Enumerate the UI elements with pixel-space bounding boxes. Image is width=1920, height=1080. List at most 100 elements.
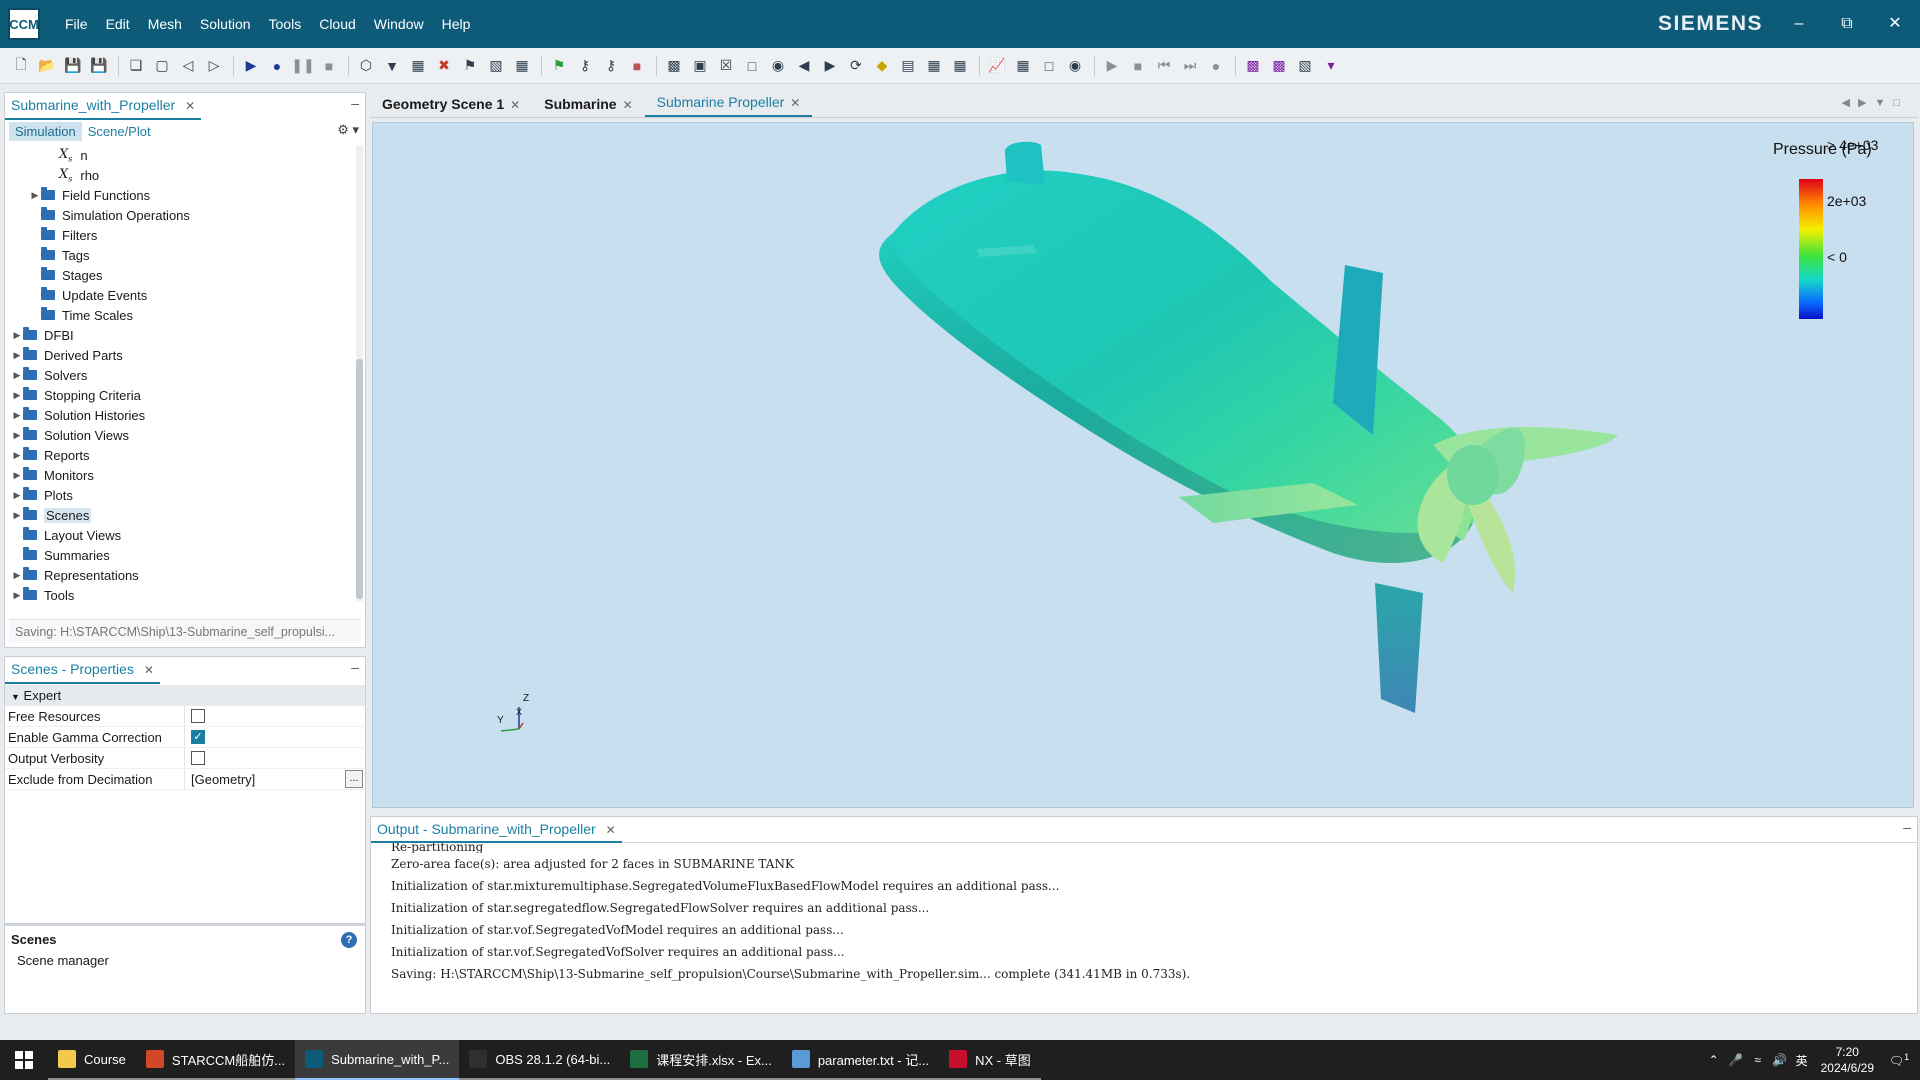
expand-arrow-icon[interactable]: ▶	[29, 190, 41, 201]
tree-node-simulation-operations[interactable]: Simulation Operations	[5, 205, 357, 225]
microphone-icon[interactable]: 🎤	[1725, 1053, 1747, 1067]
walk-icon[interactable]: ⚷	[576, 57, 594, 75]
tree-node-dfbi[interactable]: ▶ DFBI	[5, 325, 357, 345]
tree-options-icon[interactable]: ⚙ ▾	[337, 122, 359, 138]
taskbar-item[interactable]: NX - 草图	[939, 1040, 1041, 1080]
redo-icon[interactable]: ▷	[205, 57, 223, 75]
scene-viewport[interactable]: Pressure (Pa) > 4e+03 2e+03 < 0 Z Y X	[372, 122, 1914, 808]
grid-icon[interactable]: ▦	[513, 57, 531, 75]
rotate-icon[interactable]: ⟳	[847, 57, 865, 75]
tree-node-time-scales[interactable]: Time Scales	[5, 305, 357, 325]
tree-node-scenes[interactable]: ▶ Scenes	[5, 505, 357, 525]
menu-mesh[interactable]: Mesh	[139, 0, 191, 48]
volume-icon[interactable]: 🔊	[1769, 1053, 1791, 1067]
tab-scenes-properties[interactable]: Scenes - Properties ✕	[5, 657, 160, 684]
save-all-icon[interactable]: 💾	[90, 57, 108, 75]
paste-icon[interactable]: ▢	[153, 57, 171, 75]
restore-button[interactable]: ⧉	[1824, 0, 1870, 48]
forward-icon[interactable]: ▶	[821, 57, 839, 75]
tree-node-update-events[interactable]: Update Events	[5, 285, 357, 305]
play-icon[interactable]: ▶	[1103, 57, 1121, 75]
layout-icon[interactable]: ▦	[951, 57, 969, 75]
expand-arrow-icon[interactable]: ▶	[11, 510, 23, 521]
prev-frame-icon[interactable]: ⏮	[1155, 57, 1173, 75]
minimize-button[interactable]: –	[1776, 0, 1822, 48]
pause-icon[interactable]: ❚❚	[291, 57, 314, 75]
menu-cloud[interactable]: Cloud	[310, 0, 365, 48]
stop-icon[interactable]: ■	[320, 57, 338, 75]
tree-node-reports[interactable]: ▶ Reports	[5, 445, 357, 465]
tab-navigation-icons[interactable]: ◀▶▼□	[1842, 96, 1908, 109]
expand-arrow-icon[interactable]: ▶	[11, 430, 23, 441]
export-icon[interactable]: ▧	[1296, 57, 1314, 75]
tree-node-stages[interactable]: Stages	[5, 265, 357, 285]
output-log[interactable]: Re-partitioning Zero-area face(s): area a…	[391, 843, 1891, 1011]
minimize-panel-icon[interactable]: –	[351, 659, 359, 675]
plot-icon[interactable]: 📈	[988, 57, 1006, 75]
tray-chevron-icon[interactable]: ⌃	[1703, 1053, 1725, 1067]
clear-mesh-icon[interactable]: ✖	[435, 57, 453, 75]
taskbar-item[interactable]: Submarine_with_P...	[295, 1040, 460, 1080]
property-group-expert[interactable]: ▼ Expert	[5, 685, 365, 706]
more-tools-icon[interactable]: ▾	[1322, 57, 1340, 75]
minimize-panel-icon[interactable]: –	[351, 95, 359, 111]
tree-node-field-functions[interactable]: ▶ Field Functions	[5, 185, 357, 205]
tree-scrollbar-thumb[interactable]	[356, 359, 363, 599]
property-checkbox[interactable]: ✓	[191, 730, 205, 745]
expand-arrow-icon[interactable]: ▶	[11, 390, 23, 401]
ime-indicator[interactable]: 英	[1791, 1052, 1813, 1069]
tree-node-layout-views[interactable]: Layout Views	[5, 525, 357, 545]
expand-arrow-icon[interactable]: ▶	[11, 350, 23, 361]
network-icon[interactable]: ≈	[1747, 1053, 1769, 1067]
open-icon[interactable]: 📂	[38, 57, 56, 75]
mesh-icon[interactable]: ▦	[409, 57, 427, 75]
fit-view-icon[interactable]: ▣	[691, 57, 709, 75]
expand-arrow-icon[interactable]: ▶	[11, 470, 23, 481]
next-frame-icon[interactable]: ⏭	[1181, 57, 1199, 75]
tree-node-n[interactable]: Xs n	[5, 145, 357, 165]
expand-arrow-icon[interactable]: ▶	[11, 450, 23, 461]
table-icon[interactable]: ▦	[925, 57, 943, 75]
back-icon[interactable]: ◀	[795, 57, 813, 75]
camera-icon[interactable]: ◉	[769, 57, 787, 75]
tab-submarine[interactable]: Submarine ✕	[532, 96, 644, 117]
property-checkbox[interactable]	[191, 751, 205, 766]
help-icon[interactable]: ?	[341, 932, 357, 948]
tree-node-solution-views[interactable]: ▶ Solution Views	[5, 425, 357, 445]
save-icon[interactable]: 💾	[64, 57, 82, 75]
tab-output[interactable]: Output - Submarine_with_Propeller ✕	[371, 817, 622, 843]
taskbar-item[interactable]: OBS 28.1.2 (64-bi...	[459, 1040, 621, 1080]
minimize-panel-icon[interactable]: –	[1903, 819, 1911, 835]
ellipsis-button[interactable]: ...	[345, 769, 363, 788]
tab-simulation-file[interactable]: Submarine_with_Propeller ✕	[5, 93, 202, 120]
window-split-icon[interactable]: ▩	[1270, 57, 1288, 75]
close-icon[interactable]: ✕	[623, 98, 633, 112]
tree-node-summaries[interactable]: Summaries	[5, 545, 357, 565]
taskbar-item[interactable]: STARCCM船舶仿...	[135, 1040, 296, 1080]
tree-node-monitors[interactable]: ▶ Monitors	[5, 465, 357, 485]
tree-scrollbar[interactable]	[356, 145, 363, 601]
taskbar-item[interactable]: Course	[48, 1040, 136, 1080]
tree-node-solution-histories[interactable]: ▶ Solution Histories	[5, 405, 357, 425]
surface-icon[interactable]: ⚑	[461, 57, 479, 75]
zoom-icon[interactable]: ☒	[717, 57, 735, 75]
tree-node-tags[interactable]: Tags	[5, 245, 357, 265]
start-button[interactable]	[0, 1040, 48, 1080]
menu-edit[interactable]: Edit	[97, 0, 139, 48]
tab-geometry-scene-1[interactable]: Geometry Scene 1 ✕	[370, 96, 532, 117]
menu-help[interactable]: Help	[433, 0, 480, 48]
mesh-filter-icon[interactable]: ▼	[383, 57, 401, 75]
tree-node-tools[interactable]: ▶ Tools	[5, 585, 357, 601]
select-icon[interactable]: □	[743, 57, 761, 75]
close-button[interactable]: ✕	[1872, 0, 1918, 48]
step-icon[interactable]: ●	[268, 57, 286, 75]
close-icon[interactable]: ✕	[144, 663, 154, 677]
record-icon[interactable]: ●	[1207, 57, 1225, 75]
plot-zoom-icon[interactable]: ◉	[1066, 57, 1084, 75]
menu-window[interactable]: Window	[365, 0, 433, 48]
volume-mesh-icon[interactable]: ▧	[487, 57, 505, 75]
tab-simulation[interactable]: Simulation	[9, 121, 82, 141]
expand-arrow-icon[interactable]: ▶	[11, 370, 23, 381]
close-icon[interactable]: ✕	[790, 96, 800, 110]
scene-icon[interactable]: ▩	[665, 57, 683, 75]
